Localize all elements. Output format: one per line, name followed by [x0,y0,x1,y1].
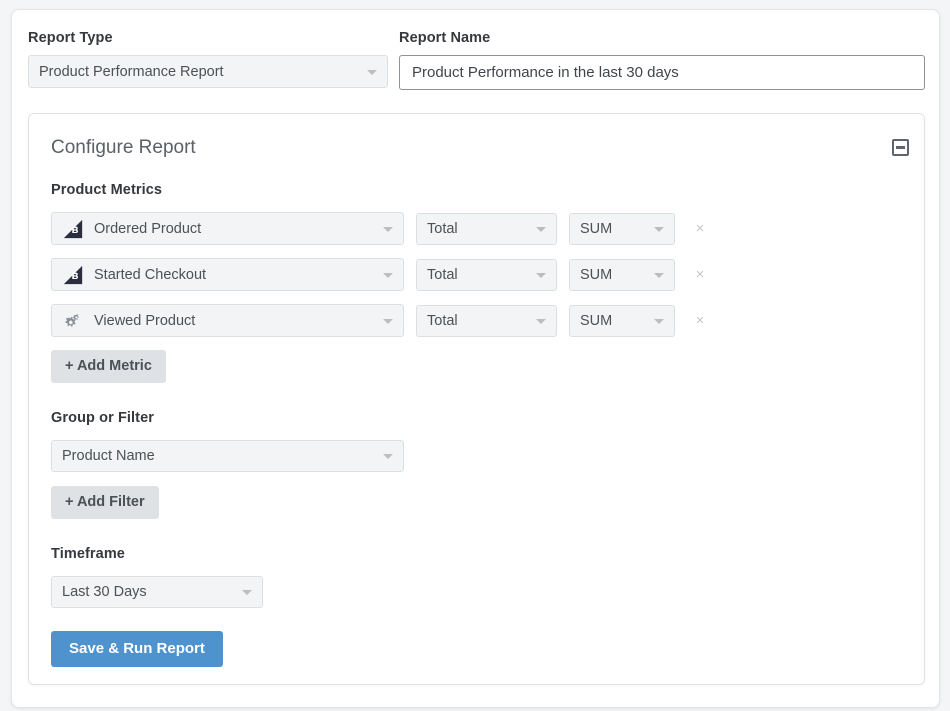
chevron-down-icon [383,454,393,459]
chevron-down-icon [654,273,664,278]
bigcommerce-icon [62,264,84,286]
report-name-label: Report Name [399,30,925,46]
metric-aggregate-select[interactable]: Total [416,259,557,291]
metric-function-select[interactable]: SUM [569,213,675,245]
metric-row: Ordered Product Total SUM × [51,212,908,245]
metric-function-select[interactable]: SUM [569,259,675,291]
metric-aggregate-value: Total [427,221,458,237]
metric-aggregate-value: Total [427,313,458,329]
remove-metric-icon[interactable]: × [692,313,708,329]
metric-aggregate-value: Total [427,267,458,283]
metric-function-select[interactable]: SUM [569,305,675,337]
chevron-down-icon [536,227,546,232]
group-or-filter-label: Group or Filter [51,410,908,426]
configure-report-body: Product Metrics Ordered Product Total [51,182,908,667]
chevron-down-icon [242,590,252,595]
gears-icon [62,310,84,332]
chevron-down-icon [367,70,377,75]
configure-report-title: Configure Report [51,137,196,159]
metric-function-value: SUM [580,313,612,329]
report-header-row: Report Type Product Performance Report R… [12,10,939,114]
configure-report-panel: Configure Report Product Metrics Ordered… [28,113,925,685]
chevron-down-icon [383,227,393,232]
metric-value: Viewed Product [94,313,195,329]
group-or-filter-value: Product Name [62,448,155,464]
report-name-input[interactable] [399,55,925,90]
metric-function-value: SUM [580,221,612,237]
chevron-down-icon [383,319,393,324]
save-and-run-report-button[interactable]: Save & Run Report [51,631,223,667]
report-type-block: Report Type Product Performance Report [28,30,388,88]
metric-row: Viewed Product Total SUM × [51,304,908,337]
report-name-block: Report Name [399,30,925,90]
metric-aggregate-select[interactable]: Total [416,213,557,245]
remove-metric-icon[interactable]: × [692,267,708,283]
chevron-down-icon [536,273,546,278]
chevron-down-icon [536,319,546,324]
metric-select[interactable]: Viewed Product [51,304,404,337]
add-metric-button[interactable]: + Add Metric [51,350,166,383]
remove-metric-icon[interactable]: × [692,221,708,237]
report-type-label: Report Type [28,30,388,46]
bigcommerce-icon [62,218,84,240]
add-filter-button[interactable]: + Add Filter [51,486,159,519]
timeframe-value: Last 30 Days [62,584,147,600]
chevron-down-icon [654,319,664,324]
chevron-down-icon [654,227,664,232]
metric-value: Ordered Product [94,221,201,237]
product-metrics-label: Product Metrics [51,182,908,198]
timeframe-label: Timeframe [51,546,908,562]
report-type-select[interactable]: Product Performance Report [28,55,388,88]
metric-aggregate-select[interactable]: Total [416,305,557,337]
report-builder-card: Report Type Product Performance Report R… [11,9,940,708]
metric-value: Started Checkout [94,267,206,283]
metric-row: Started Checkout Total SUM × [51,258,908,291]
timeframe-select[interactable]: Last 30 Days [51,576,263,608]
metric-function-value: SUM [580,267,612,283]
minus-box-icon[interactable] [892,139,909,156]
metric-select[interactable]: Started Checkout [51,258,404,291]
chevron-down-icon [383,273,393,278]
product-metrics-rows: Ordered Product Total SUM × [51,212,908,337]
metric-select[interactable]: Ordered Product [51,212,404,245]
group-or-filter-select[interactable]: Product Name [51,440,404,472]
report-type-value: Product Performance Report [39,64,224,80]
